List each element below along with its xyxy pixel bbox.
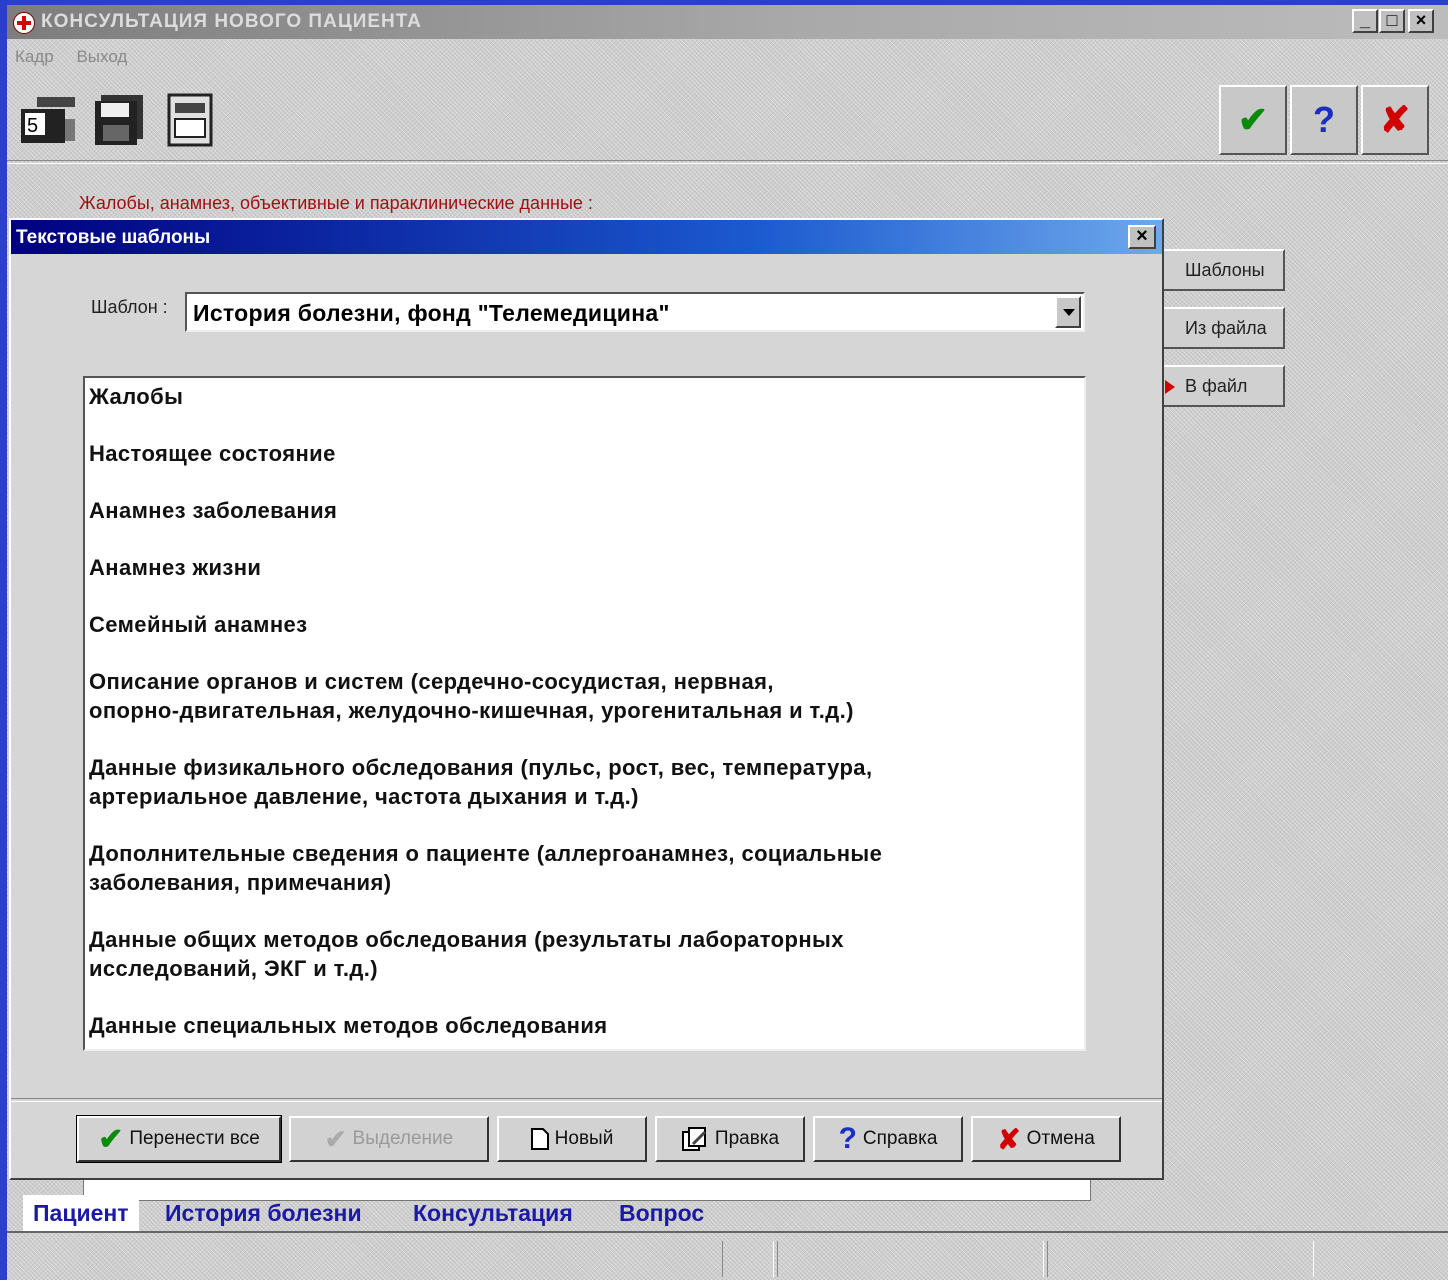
complaints-label: Жалобы, анамнез, объективные и параклини…: [79, 193, 593, 213]
selection-button[interactable]: ✔ Выделение: [289, 1116, 489, 1162]
from-file-button[interactable]: Из файла: [1157, 307, 1285, 349]
status-cell: [722, 1241, 774, 1277]
from-file-button-label: Из файла: [1185, 317, 1267, 338]
help-button[interactable]: ?: [1290, 85, 1358, 155]
templates-button[interactable]: Шаблоны: [1157, 249, 1285, 291]
camera-counter-icon[interactable]: 5: [17, 93, 79, 154]
question-icon: ?: [1313, 99, 1335, 140]
edit-documents-icon: [681, 1127, 706, 1151]
tab-question[interactable]: Вопрос: [609, 1195, 714, 1231]
help-label: Справка: [862, 1128, 938, 1149]
menu-bar: Кадр Выход: [15, 47, 145, 67]
menu-item-exit[interactable]: Выход: [76, 47, 127, 66]
template-line: Дополнительные сведения о пациенте (алле…: [89, 841, 883, 895]
template-line: Жалобы: [89, 384, 184, 409]
tab-medical-history[interactable]: История болезни: [155, 1195, 372, 1231]
template-line: Анамнез жизни: [89, 555, 262, 580]
tabs-strip: Пациент История болезни Консультация Воп…: [7, 1195, 1448, 1235]
dialog-title: Текстовые шаблоны: [16, 227, 211, 248]
dialog-separator: [11, 1098, 1162, 1102]
window-title: КОНСУЛЬТАЦИЯ НОВОГО ПАЦИЕНТА: [41, 11, 422, 32]
edit-label: Правка: [714, 1128, 780, 1149]
red-x-icon: ✘: [1379, 99, 1411, 140]
new-button[interactable]: Новый: [497, 1116, 647, 1162]
template-line: Настоящее состояние: [89, 441, 336, 466]
new-label: Новый: [554, 1128, 614, 1149]
tab-patient[interactable]: Пациент: [23, 1195, 139, 1231]
cancel-button[interactable]: ✘: [1361, 85, 1429, 155]
template-line: Анамнез заболевания: [89, 498, 338, 523]
template-select[interactable]: История болезни, фонд "Телемедицина": [185, 292, 1085, 332]
checkmark-icon: ✔: [1237, 99, 1269, 140]
to-file-button[interactable]: В файл: [1157, 365, 1285, 407]
red-cross-app-icon: [13, 12, 35, 34]
calculator-icon[interactable]: [165, 93, 217, 154]
template-line: Данные общих методов обследования (резул…: [89, 927, 844, 981]
status-cell: [1047, 1241, 1314, 1277]
template-text-area[interactable]: Жалобы Настоящее состояние Анамнез забол…: [83, 376, 1086, 1051]
cancel-label: Отмена: [1026, 1128, 1095, 1149]
to-file-button-label: В файл: [1185, 375, 1248, 396]
checkmark-icon: ✔: [98, 1122, 124, 1156]
counter-badge: 5: [27, 115, 38, 137]
main-window: КОНСУЛЬТАЦИЯ НОВОГО ПАЦИЕНТА _ □ × Кадр …: [7, 5, 1448, 1280]
selection-label: Выделение: [352, 1128, 454, 1149]
tab-consultation[interactable]: Консультация: [403, 1195, 583, 1231]
question-icon: ?: [838, 1122, 857, 1155]
confirm-button[interactable]: ✔: [1219, 85, 1287, 155]
menu-item-frame[interactable]: Кадр: [15, 47, 54, 66]
edit-button[interactable]: Правка: [655, 1116, 805, 1162]
template-select-value: История болезни, фонд "Телемедицина": [193, 300, 670, 326]
template-line: Описание органов и систем (сердечно-сосу…: [89, 669, 854, 723]
maximize-button[interactable]: □: [1379, 9, 1405, 33]
close-window-button[interactable]: ×: [1408, 9, 1434, 33]
templates-button-label: Шаблоны: [1185, 259, 1265, 280]
toolbar-separator: [7, 160, 1448, 164]
template-line: Семейный анамнез: [89, 612, 308, 637]
window-titlebar[interactable]: КОНСУЛЬТАЦИЯ НОВОГО ПАЦИЕНТА _ □ ×: [7, 5, 1448, 39]
save-disk-icon[interactable]: [89, 93, 147, 154]
transfer-all-label: Перенести все: [129, 1128, 260, 1149]
text-templates-dialog: Текстовые шаблоны × Шаблон : История бол…: [9, 218, 1164, 1180]
dialog-close-button[interactable]: ×: [1128, 225, 1156, 249]
status-cell: [777, 1241, 1044, 1277]
template-line: Данные специальных методов обследования: [89, 1013, 608, 1038]
new-document-icon: [530, 1128, 549, 1150]
chevron-down-icon[interactable]: [1055, 296, 1081, 328]
transfer-all-button[interactable]: ✔ Перенести все: [76, 1115, 282, 1163]
minimize-button[interactable]: _: [1352, 9, 1378, 33]
red-x-icon: ✘: [997, 1123, 1021, 1155]
help-dialog-button[interactable]: ? Справка: [813, 1116, 963, 1162]
cancel-dialog-button[interactable]: ✘ Отмена: [971, 1116, 1121, 1162]
tab-underline: [7, 1231, 1448, 1233]
dialog-titlebar[interactable]: Текстовые шаблоны ×: [11, 220, 1162, 254]
checkmark-icon: ✔: [324, 1123, 347, 1154]
template-line: Данные физикального обследования (пульс,…: [89, 755, 873, 809]
template-label: Шаблон :: [91, 297, 168, 317]
status-bar: [7, 1237, 1448, 1280]
red-arrow-icon: [1165, 380, 1175, 394]
